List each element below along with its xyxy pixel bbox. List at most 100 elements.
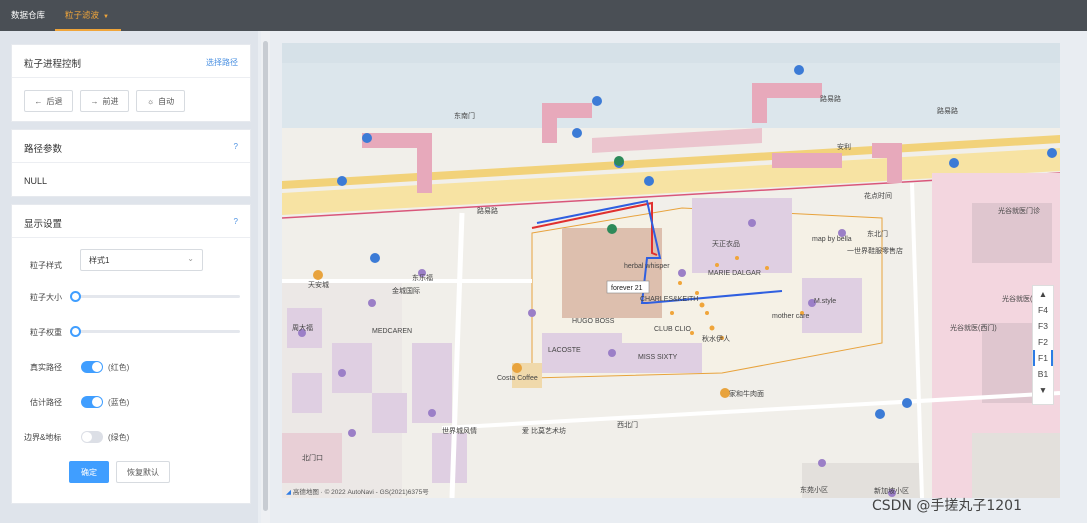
help-icon[interactable]: ? (234, 217, 238, 226)
border-landmark-label: 边界&地标 (24, 433, 62, 442)
toggle-knob (92, 397, 102, 407)
true-path-label: 真实路径 (30, 363, 62, 372)
card-title: 粒子进程控制 (24, 59, 82, 70)
map-label: 秋水伊人 (702, 334, 730, 343)
particle-weight-slider[interactable] (70, 326, 240, 337)
top-navbar: 数据仓库 粒子滤波 ▼ (0, 0, 1087, 31)
map-label: 爱 比莫艺术坊 (522, 426, 566, 435)
forward-button[interactable]: → 前进 (80, 90, 129, 112)
floor-b1[interactable]: B1 (1033, 366, 1053, 382)
path-value: NULL (24, 176, 48, 186)
floor-up-arrow-icon[interactable]: ▲ (1033, 286, 1053, 302)
auto-button[interactable]: ☼ 自动 (136, 90, 185, 112)
map-label: 路易路 (937, 106, 958, 115)
map-label: MARIE DALGAR (708, 270, 761, 277)
store-block (692, 198, 792, 273)
map-canvas[interactable]: 东南门 路易路 路易路 路易路 安利 花点时间 光谷就医门诊 光谷就医(西门) … (282, 43, 1060, 498)
map-label: MISS SIXTY (638, 354, 678, 361)
border-landmark-toggle[interactable] (81, 431, 103, 443)
map-label: 天正衣品 (712, 239, 740, 248)
particle-style-select[interactable]: 样式1 ⌄ (80, 249, 203, 271)
confirm-button[interactable]: 确定 (69, 461, 109, 483)
store-block (562, 228, 662, 318)
card-header: 粒子进程控制 选择路径 (12, 45, 250, 78)
map-label: 天安城 (308, 280, 329, 289)
floor-f2[interactable]: F2 (1033, 334, 1053, 350)
map-label: M.style (814, 298, 836, 305)
floor-selector[interactable]: ▲ F4 F3 F2 F1 B1 ▼ (1032, 285, 1054, 405)
map-label: 西北门 (617, 420, 638, 429)
scrollbar-thumb[interactable] (263, 41, 268, 511)
control-sidebar: 粒子进程控制 选择路径 ← 后退 → 前进 ☼ 自动 路径参数 ? NULL 显示设置… (0, 31, 258, 523)
map-label: 北门口 (302, 453, 323, 462)
arrow-right-icon: → (90, 96, 99, 106)
nav-particle-filter[interactable]: 粒子滤波 ▼ (55, 0, 121, 31)
help-icon[interactable]: ? (234, 142, 238, 151)
map-attribution: ◢ 高德地图 · © 2022 AutoNavi - GS(2021)6375号 (286, 486, 429, 496)
map-view[interactable]: 东南门 路易路 路易路 路易路 安利 花点时间 光谷就医门诊 光谷就医(西门) … (282, 43, 1060, 498)
card-title: 显示设置 (24, 219, 63, 230)
sidebar-scrollbar[interactable] (261, 31, 270, 523)
map-label: 家和牛肉面 (729, 389, 764, 398)
card-title: 路径参数 (24, 144, 63, 155)
border-landmark-note: (绿色) (108, 433, 130, 442)
chevron-down-icon: ⌄ (187, 254, 194, 263)
map-label: 东北门 (867, 229, 888, 238)
map-label: 路易路 (820, 94, 841, 103)
particle-size-label: 粒子大小 (30, 293, 62, 302)
display-settings-card: 显示设置 ? 粒子样式 样式1 ⌄ 粒子大小 粒子权重 真实路径 (红色) 估计… (11, 204, 251, 504)
estimated-path-toggle[interactable] (81, 396, 103, 408)
map-label: CLUB CLIO (654, 326, 692, 333)
map-label: 新加坡小区 (874, 486, 909, 495)
watermark: CSDN @手搓丸子1201 (872, 498, 1022, 514)
slider-handle[interactable] (70, 291, 81, 302)
ramp (772, 153, 842, 168)
map-label: HUGO BOSS (572, 318, 615, 325)
map-label: Costa Coffee (497, 375, 538, 382)
back-button[interactable]: ← 后退 (24, 90, 73, 112)
map-label: MEDCAREN (372, 328, 412, 335)
toggle-knob (82, 432, 92, 442)
map-tooltip-text: forever 21 (611, 285, 643, 292)
building (292, 373, 322, 413)
water-band (282, 43, 1060, 63)
map-label: 安利 (837, 142, 851, 151)
map-label: CHARLES&KEITH (640, 296, 698, 303)
map-label: 东乐福 (412, 273, 433, 282)
particle-style-value: 样式1 (89, 256, 110, 265)
card-header: 显示设置 ? (12, 205, 250, 238)
ramp (592, 128, 762, 153)
map-label: 东南门 (454, 111, 475, 120)
road (910, 182, 924, 498)
ramp (362, 133, 432, 193)
select-path-link[interactable]: 选择路径 (206, 57, 238, 68)
true-path-toggle[interactable] (81, 361, 103, 373)
estimated-path-label: 估计路径 (30, 398, 62, 407)
map-label: 光谷就医(西门) (950, 323, 997, 332)
floor-down-arrow-icon[interactable]: ▼ (1033, 382, 1053, 398)
map-label: herbal whisper (624, 263, 670, 270)
floor-f1[interactable]: F1 (1033, 350, 1053, 366)
reset-default-button[interactable]: 恢复默认 (116, 461, 170, 483)
forward-button-label: 前进 (102, 96, 119, 106)
map-label: 一世界鞋服零售店 (847, 246, 903, 255)
nav-data-warehouse[interactable]: 数据仓库 (11, 0, 45, 31)
particle-size-slider[interactable] (70, 291, 240, 302)
map-label: 光谷就医门诊 (998, 206, 1040, 215)
floor-f3[interactable]: F3 (1033, 318, 1053, 334)
arrow-left-icon: ← (34, 96, 43, 106)
slider-handle[interactable] (70, 326, 81, 337)
auto-button-label: 自动 (158, 96, 175, 106)
nav-particle-filter-label: 粒子滤波 (65, 10, 100, 20)
back-button-label: 后退 (46, 96, 63, 106)
map-label: map by bella (812, 236, 852, 243)
attribution-text: 高德地图 · © 2022 AutoNavi - GS(2021)6375号 (292, 489, 429, 496)
map-label: 世界城风情 (442, 426, 477, 435)
particle-weight-label: 粒子权重 (30, 328, 62, 337)
building (972, 433, 1060, 498)
map-label: mother care (772, 313, 809, 320)
gear-icon: ☼ (146, 96, 155, 106)
map-label: 东苑小区 (800, 485, 828, 494)
map-label: 金城国际 (392, 286, 420, 295)
floor-f4[interactable]: F4 (1033, 302, 1053, 318)
